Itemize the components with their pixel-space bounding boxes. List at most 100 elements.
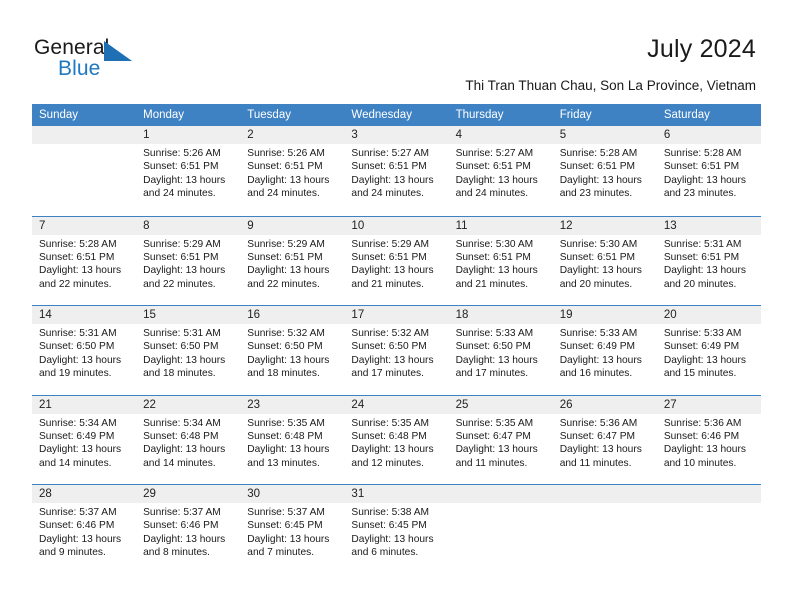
- daylight-text-line2: and 24 minutes.: [351, 188, 424, 200]
- day-details: Sunrise: 5:29 AM Sunset: 6:51 PM Dayligh…: [344, 235, 448, 292]
- calendar-day-cell[interactable]: 1 Sunrise: 5:26 AM Sunset: 6:51 PM Dayli…: [136, 126, 241, 216]
- sunset-text: Sunset: 6:51 PM: [559, 251, 636, 263]
- page-header: General Blue July 2024 Thi Tran Thuan Ch…: [0, 0, 792, 100]
- daylight-text-line1: Daylight: 13 hours: [39, 444, 122, 456]
- day-number: 7: [39, 219, 46, 232]
- day-details: Sunrise: 5:31 AM Sunset: 6:51 PM Dayligh…: [657, 235, 761, 292]
- daylight-text-line1: Daylight: 13 hours: [455, 354, 538, 366]
- calendar-day-cell: [552, 485, 657, 574]
- day-number-band: 31: [344, 485, 449, 503]
- calendar-day-cell[interactable]: 20 Sunrise: 5:33 AM Sunset: 6:49 PM Dayl…: [656, 306, 761, 395]
- daylight-text-line2: and 22 minutes.: [143, 278, 216, 290]
- calendar-day-cell[interactable]: 7 Sunrise: 5:28 AM Sunset: 6:51 PM Dayli…: [32, 216, 137, 305]
- day-number: 20: [663, 309, 677, 321]
- calendar-day-cell: [656, 485, 761, 574]
- daylight-text-line1: Daylight: 13 hours: [455, 444, 538, 456]
- calendar-day-cell[interactable]: 12 Sunrise: 5:30 AM Sunset: 6:51 PM Dayl…: [552, 216, 657, 305]
- sunrise-text: Sunrise: 5:35 AM: [247, 417, 325, 429]
- calendar-day-cell[interactable]: 3 Sunrise: 5:27 AM Sunset: 6:51 PM Dayli…: [344, 126, 449, 216]
- sunrise-text: Sunrise: 5:37 AM: [143, 507, 221, 518]
- day-number-band: 22: [136, 395, 241, 414]
- calendar-day-cell[interactable]: 5 Sunrise: 5:28 AM Sunset: 6:51 PM Dayli…: [552, 126, 657, 216]
- calendar-day-cell[interactable]: 13 Sunrise: 5:31 AM Sunset: 6:51 PM Dayl…: [656, 216, 761, 305]
- sunrise-text: Sunrise: 5:38 AM: [351, 507, 430, 518]
- calendar-day-cell[interactable]: 4 Sunrise: 5:27 AM Sunset: 6:51 PM Dayli…: [448, 126, 553, 216]
- day-number: 25: [455, 398, 469, 411]
- daylight-text-line1: Daylight: 13 hours: [247, 174, 330, 186]
- calendar-day-cell[interactable]: 31 Sunrise: 5:38 AM Sunset: 6:45 PM Dayl…: [344, 485, 449, 574]
- day-number: 11: [455, 219, 468, 232]
- day-number: 29: [143, 488, 156, 500]
- daylight-text-line1: Daylight: 13 hours: [143, 265, 226, 277]
- calendar-day-cell[interactable]: 27 Sunrise: 5:36 AM Sunset: 6:46 PM Dayl…: [656, 395, 761, 484]
- calendar-day-cell[interactable]: 14 Sunrise: 5:31 AM Sunset: 6:50 PM Dayl…: [32, 306, 137, 395]
- daylight-text-line2: and 7 minutes.: [247, 547, 315, 559]
- sunset-text: Sunset: 6:51 PM: [247, 161, 323, 173]
- calendar-day-cell[interactable]: 24 Sunrise: 5:35 AM Sunset: 6:48 PM Dayl…: [344, 395, 449, 484]
- day-number-band: 14: [32, 306, 137, 324]
- calendar-day-cell[interactable]: 9 Sunrise: 5:29 AM Sunset: 6:51 PM Dayli…: [240, 216, 345, 305]
- calendar-day-cell[interactable]: 11 Sunrise: 5:30 AM Sunset: 6:51 PM Dayl…: [448, 216, 553, 305]
- calendar-day-cell[interactable]: 2 Sunrise: 5:26 AM Sunset: 6:51 PM Dayli…: [240, 126, 345, 216]
- calendar-day-cell[interactable]: 30 Sunrise: 5:37 AM Sunset: 6:45 PM Dayl…: [240, 485, 345, 574]
- sunset-text: Sunset: 6:51 PM: [663, 251, 740, 263]
- calendar-day-cell[interactable]: 18 Sunrise: 5:33 AM Sunset: 6:50 PM Dayl…: [448, 306, 553, 395]
- calendar-day-cell[interactable]: 26 Sunrise: 5:36 AM Sunset: 6:47 PM Dayl…: [552, 395, 657, 484]
- calendar-day-cell[interactable]: 16 Sunrise: 5:32 AM Sunset: 6:50 PM Dayl…: [240, 306, 345, 395]
- calendar-day-cell[interactable]: 22 Sunrise: 5:34 AM Sunset: 6:48 PM Dayl…: [136, 395, 241, 484]
- daylight-text-line1: Daylight: 13 hours: [39, 533, 122, 545]
- sunrise-text: Sunrise: 5:33 AM: [455, 328, 534, 339]
- daylight-text-line2: and 6 minutes.: [351, 547, 419, 559]
- day-number-band: 29: [136, 485, 241, 503]
- daylight-text-line1: Daylight: 13 hours: [351, 533, 434, 545]
- calendar-day-cell[interactable]: 25 Sunrise: 5:35 AM Sunset: 6:47 PM Dayl…: [448, 395, 553, 484]
- day-number-band: 11: [448, 216, 553, 235]
- calendar-day-cell[interactable]: 10 Sunrise: 5:29 AM Sunset: 6:51 PM Dayl…: [344, 216, 449, 305]
- calendar-day-cell[interactable]: 15 Sunrise: 5:31 AM Sunset: 6:50 PM Dayl…: [136, 306, 241, 395]
- daylight-text-line1: Daylight: 13 hours: [247, 354, 330, 366]
- day-number: 26: [559, 398, 573, 411]
- daylight-text-line2: and 22 minutes.: [247, 278, 320, 290]
- sunset-text: Sunset: 6:45 PM: [247, 520, 323, 532]
- weekday-header-saturday: Saturday: [663, 109, 710, 121]
- sunrise-text: Sunrise: 5:26 AM: [247, 148, 325, 159]
- day-number: 10: [351, 219, 365, 232]
- day-number-band: 3: [344, 126, 449, 144]
- day-number: 28: [39, 488, 52, 500]
- day-number-band: 2: [240, 126, 345, 144]
- day-details: Sunrise: 5:33 AM Sunset: 6:49 PM Dayligh…: [657, 324, 761, 381]
- calendar-day-cell[interactable]: 29 Sunrise: 5:37 AM Sunset: 6:46 PM Dayl…: [136, 485, 241, 574]
- day-number: 2: [247, 129, 254, 141]
- day-number-band: [656, 485, 761, 503]
- calendar-day-cell[interactable]: 19 Sunrise: 5:33 AM Sunset: 6:49 PM Dayl…: [552, 306, 657, 395]
- daylight-text-line2: and 21 minutes.: [351, 278, 424, 290]
- daylight-text-line1: Daylight: 13 hours: [559, 354, 642, 366]
- day-details: Sunrise: 5:35 AM Sunset: 6:48 PM Dayligh…: [344, 414, 448, 471]
- day-details: Sunrise: 5:38 AM Sunset: 6:45 PM Dayligh…: [344, 503, 448, 560]
- day-number: 17: [351, 309, 365, 321]
- calendar-week-row: 21 Sunrise: 5:34 AM Sunset: 6:49 PM Dayl…: [32, 394, 761, 484]
- day-number-band: [448, 485, 553, 503]
- calendar-day-cell[interactable]: 21 Sunrise: 5:34 AM Sunset: 6:49 PM Dayl…: [32, 395, 137, 484]
- calendar-day-cell[interactable]: 17 Sunrise: 5:32 AM Sunset: 6:50 PM Dayl…: [344, 306, 449, 395]
- calendar-day-cell[interactable]: 8 Sunrise: 5:29 AM Sunset: 6:51 PM Dayli…: [136, 216, 241, 305]
- calendar-page: General Blue July 2024 Thi Tran Thuan Ch…: [0, 0, 792, 612]
- general-blue-logo[interactable]: General Blue: [34, 36, 234, 84]
- day-details: Sunrise: 5:28 AM Sunset: 6:51 PM Dayligh…: [657, 144, 761, 201]
- day-details: Sunrise: 5:30 AM Sunset: 6:51 PM Dayligh…: [553, 235, 657, 292]
- calendar-day-cell[interactable]: 6 Sunrise: 5:28 AM Sunset: 6:51 PM Dayli…: [656, 126, 761, 216]
- sunrise-text: Sunrise: 5:32 AM: [351, 328, 430, 339]
- day-number: 4: [455, 129, 462, 141]
- day-number-band: 1: [136, 126, 241, 144]
- calendar-day-cell[interactable]: 23 Sunrise: 5:35 AM Sunset: 6:48 PM Dayl…: [240, 395, 345, 484]
- weekday-header-wednesday: Wednesday: [351, 109, 412, 121]
- day-number: 1: [143, 129, 150, 141]
- calendar-week-row: 14 Sunrise: 5:31 AM Sunset: 6:50 PM Dayl…: [32, 305, 761, 395]
- day-number-band: 21: [32, 395, 137, 414]
- day-number-band: [32, 126, 137, 144]
- sunset-text: Sunset: 6:49 PM: [663, 341, 740, 353]
- calendar-day-cell[interactable]: 28 Sunrise: 5:37 AM Sunset: 6:46 PM Dayl…: [32, 485, 137, 574]
- day-number-band: 10: [344, 216, 449, 235]
- day-details: Sunrise: 5:28 AM Sunset: 6:51 PM Dayligh…: [553, 144, 657, 201]
- daylight-text-line1: Daylight: 13 hours: [351, 354, 434, 366]
